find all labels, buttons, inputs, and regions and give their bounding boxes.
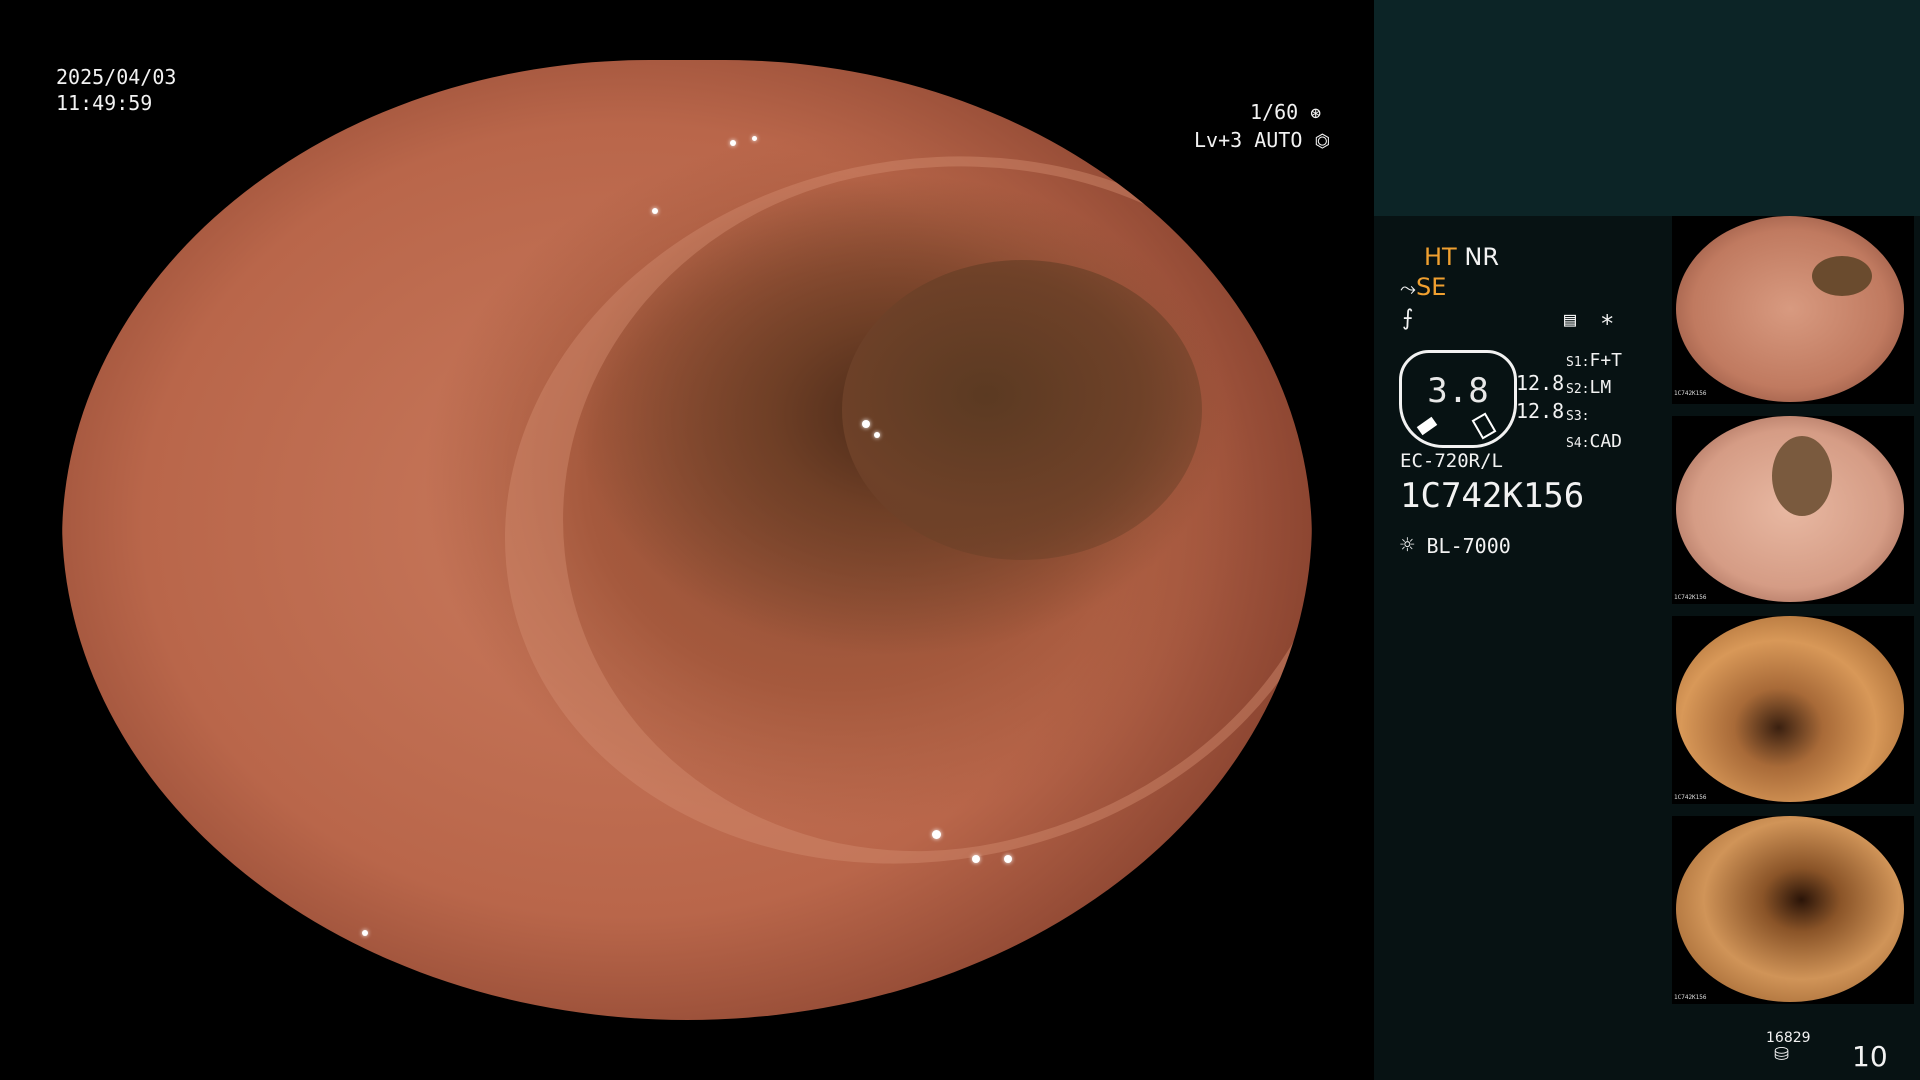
capture-thumbnail[interactable]: 1C742K156 [1672, 416, 1914, 604]
light-source-label: BL-7000 [1426, 534, 1511, 558]
switch-list: S1:F+T S2:LM S3: S4:CAD [1566, 348, 1622, 456]
specular-highlight [652, 208, 658, 214]
sun-icon: ☼ [1400, 531, 1415, 559]
value-bottom: 12.8 [1516, 399, 1565, 423]
specular-highlight [932, 830, 941, 839]
exam-date: 2025/04/03 [56, 65, 177, 89]
color-mode-icon: ⨍ [1402, 306, 1414, 331]
iris-mode: AUTO [1254, 128, 1303, 152]
se-mode: SE [1416, 273, 1447, 301]
thumbnail-image [1676, 216, 1904, 402]
value-top: 12.8 [1516, 371, 1565, 395]
switch-item: S4:CAD [1566, 431, 1622, 452]
thumbnail-image [1676, 616, 1904, 802]
scope-serial: 1C742K156 [1400, 476, 1585, 516]
thumbnail-lumen [1772, 436, 1832, 516]
specular-highlight [752, 136, 757, 141]
capture-thumbnail[interactable]: 1C742K156 [1672, 616, 1914, 804]
capture-thumbnail[interactable]: 1C742K156 [1672, 816, 1914, 1004]
scope-model: EC-720R/L [1400, 450, 1503, 472]
capture-count: 10 [1852, 1040, 1888, 1073]
processing-modes: HT NR [1424, 244, 1499, 270]
thumbnail-label: 1C742K156 [1674, 794, 1707, 801]
structure-enhance-icon: ⤳ [1400, 276, 1416, 300]
zoom-gauge: 3.8 [1399, 350, 1517, 448]
shutter-value: 1/60 [1250, 100, 1299, 124]
enhancement-level: Lv+3 [1194, 128, 1243, 152]
exam-time: 11:49:59 [56, 91, 153, 115]
shutter-speed: 1/60 ⊛ [1250, 99, 1321, 127]
lumen-shadow [842, 260, 1202, 560]
gauge-value: 3.8 [1427, 371, 1489, 411]
ht-mode: HT [1424, 243, 1457, 271]
gauge-marker-right [1471, 412, 1497, 440]
nr-mode: NR [1464, 243, 1499, 271]
structure-enhance: ⤳SE [1400, 274, 1446, 301]
asterisk-icon: ∗ [1600, 305, 1615, 333]
switch-item: S1:F+T [1566, 350, 1622, 371]
specular-highlight [332, 940, 339, 947]
thumbnail-label: 1C742K156 [1674, 390, 1707, 397]
thumbnail-lumen [1812, 256, 1872, 296]
light-source: ☼ BL-7000 [1400, 532, 1511, 559]
thumbnail-label: 1C742K156 [1674, 594, 1707, 601]
specular-highlight [874, 432, 880, 438]
thumbnail-image [1676, 816, 1904, 1002]
switch-item: S2:LM [1566, 377, 1612, 398]
menu-list-icon[interactable]: ▤ [1564, 306, 1576, 332]
iris-settings: Lv+3 AUTO ⏣ [1194, 127, 1330, 155]
switch-item: S3: [1566, 409, 1590, 424]
specular-highlight [290, 980, 296, 986]
thumbnail-label: 1C742K156 [1674, 994, 1707, 1001]
specular-highlight [1004, 855, 1012, 863]
endoscope-live-view [62, 60, 1312, 1020]
patient-info-area [1374, 0, 1920, 216]
specular-highlight [730, 140, 736, 146]
mucosal-fold [438, 79, 1312, 941]
aperture-icon: ⊛ [1310, 103, 1322, 124]
disk-icon: ⛁ [1774, 1044, 1790, 1065]
gauge-marker-left [1416, 416, 1438, 436]
capture-thumbnail[interactable]: 1C742K156 [1672, 216, 1914, 404]
specular-highlight [972, 855, 980, 863]
iris-icon: ⏣ [1314, 131, 1331, 152]
specular-highlight [862, 420, 870, 428]
specular-highlight [362, 930, 368, 936]
